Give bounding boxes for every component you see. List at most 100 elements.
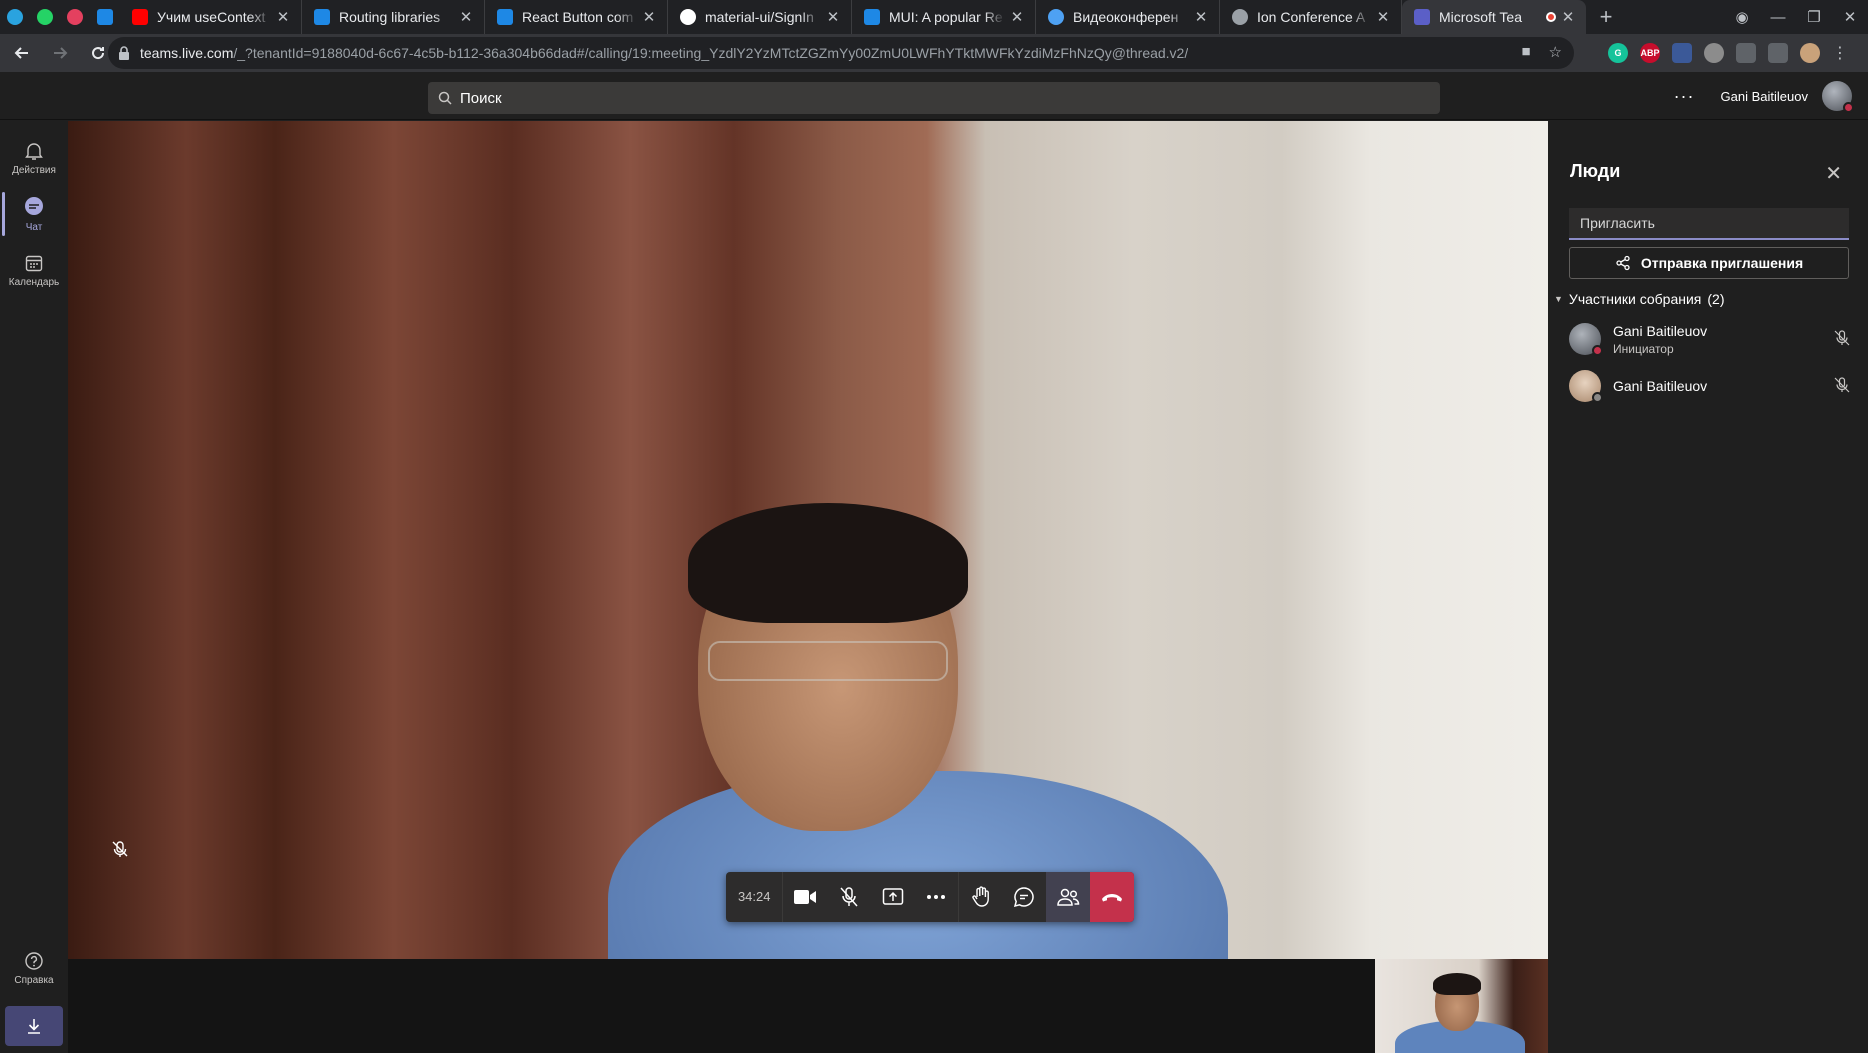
download-app-button[interactable] <box>5 1006 63 1046</box>
minimize-icon[interactable]: — <box>1760 9 1796 26</box>
browser-tab[interactable]: Ion Conference A ✕ <box>1220 0 1402 34</box>
invite-input[interactable] <box>1569 208 1849 240</box>
bookmark-star-icon[interactable]: ☆ <box>1549 43 1562 61</box>
rail-item-activity[interactable]: Действия <box>0 130 68 186</box>
participant-row[interactable]: Gani Baitileuov <box>1569 364 1859 408</box>
browser-tab[interactable]: Видеоконферен ✕ <box>1036 0 1220 34</box>
pinned-tab-mui[interactable] <box>90 0 120 34</box>
new-tab-button[interactable]: + <box>1586 0 1626 34</box>
browser-toolbar: teams.live.com/_?tenantId=9188040d-6c67-… <box>0 34 1868 72</box>
participant-role: Инициатор <box>1613 342 1674 356</box>
tab-title: Microsoft Tea <box>1439 9 1522 25</box>
chrome-menu-icon[interactable]: ⋮ <box>1832 43 1848 63</box>
tab-close-icon[interactable]: ✕ <box>1009 8 1025 26</box>
close-window-icon[interactable]: ✕ <box>1832 8 1868 26</box>
call-timer: 34:24 <box>726 872 784 922</box>
browser-tab[interactable]: React Button com ✕ <box>485 0 668 34</box>
extensions-bar: G ABP ⋮ <box>1608 43 1848 63</box>
tab-search-icon[interactable]: ◉ <box>1724 8 1760 26</box>
lock-icon <box>119 46 129 60</box>
tab-title: Учим useContext <box>157 9 266 25</box>
raise-hand-button[interactable] <box>959 872 1003 922</box>
search-placeholder: Поиск <box>460 89 502 107</box>
forward-button[interactable] <box>44 37 76 69</box>
browser-tab[interactable]: material-ui/SignIn ✕ <box>668 0 852 34</box>
timer-icon[interactable] <box>1704 43 1724 63</box>
tab-close-icon[interactable]: ✕ <box>641 8 657 26</box>
tab-title: MUI: A popular Re <box>889 9 1003 25</box>
camera-in-use-icon[interactable]: ■ <box>1521 43 1530 61</box>
mui-icon <box>497 9 513 25</box>
share-screen-button[interactable] <box>871 872 915 922</box>
share-tray-icon <box>882 888 904 905</box>
more-options-icon[interactable]: ··· <box>1674 86 1695 107</box>
phone-hangup-icon <box>1102 894 1123 902</box>
rail-item-help[interactable]: Справка <box>0 940 68 996</box>
pinned-tab-telegram[interactable] <box>0 0 30 34</box>
tab-title: material-ui/SignIn <box>705 9 814 25</box>
grammarly-icon[interactable]: G <box>1608 43 1628 63</box>
panel-title: Люди <box>1570 161 1621 181</box>
people-panel: Люди ✕ Отправка приглашения ▼ Участники … <box>1548 121 1868 1053</box>
telegram-icon <box>7 9 23 25</box>
browser-tab[interactable]: Routing libraries ✕ <box>302 0 485 34</box>
search-box[interactable]: Поиск <box>428 82 1440 114</box>
meeting-participants-header[interactable]: ▼ Участники собрания (2) <box>1554 291 1725 307</box>
close-panel-icon[interactable]: ✕ <box>1825 161 1842 186</box>
status-busy-badge <box>1843 102 1854 113</box>
participants-button[interactable] <box>1046 872 1091 922</box>
url-text: teams.live.com/_?tenantId=9188040d-6c67-… <box>140 45 1188 61</box>
hang-up-button[interactable] <box>1090 872 1134 922</box>
rail-item-chat[interactable]: Чат <box>0 186 68 242</box>
self-video-preview <box>1375 959 1548 1053</box>
eyedropper-icon[interactable] <box>1736 43 1756 63</box>
tab-close-icon[interactable]: ✕ <box>458 8 474 26</box>
send-invite-button[interactable]: Отправка приглашения <box>1569 247 1849 279</box>
browser-tab-active[interactable]: Microsoft Tea ✕ <box>1402 0 1586 34</box>
participant-muted-icon <box>112 841 128 857</box>
tab-close-icon[interactable]: ✕ <box>1560 8 1576 26</box>
participant-row[interactable]: Gani Baitileuov Инициатор <box>1569 317 1859 361</box>
recorder-icon <box>67 9 83 25</box>
chat-bubble-icon <box>1014 887 1035 908</box>
tab-close-icon[interactable]: ✕ <box>825 8 841 26</box>
restore-icon[interactable]: ❐ <box>1796 8 1832 26</box>
rail-label: Действия <box>12 164 56 176</box>
mui-icon <box>864 9 880 25</box>
call-controls: 34:24 <box>726 872 1134 922</box>
calendar-icon <box>25 255 43 271</box>
recording-dot-icon <box>1546 12 1556 22</box>
participant-count: (2) <box>1707 291 1725 307</box>
mui-icon <box>314 9 330 25</box>
mute-button[interactable] <box>827 872 871 922</box>
mic-off-icon <box>1834 330 1850 346</box>
address-bar[interactable]: teams.live.com/_?tenantId=9188040d-6c67-… <box>108 37 1574 69</box>
chat-button[interactable] <box>1003 872 1047 922</box>
tab-close-icon[interactable]: ✕ <box>1375 8 1391 26</box>
more-actions-button[interactable] <box>915 872 959 922</box>
tab-close-icon[interactable]: ✕ <box>1193 8 1209 26</box>
browser-tab[interactable]: Учим useContext ✕ <box>120 0 302 34</box>
participant-hair <box>688 503 968 623</box>
reload-icon <box>92 47 105 60</box>
browser-tab[interactable]: MUI: A popular Re ✕ <box>852 0 1036 34</box>
puzzle-icon[interactable] <box>1768 43 1788 63</box>
participant-shirt <box>608 771 1228 959</box>
rail-item-calendar[interactable]: Календарь <box>0 242 68 298</box>
hand-icon <box>971 886 989 907</box>
tab-close-icon[interactable]: ✕ <box>275 8 291 26</box>
self-hair <box>1433 973 1481 995</box>
download-icon <box>28 1019 40 1034</box>
back-button[interactable] <box>6 37 38 69</box>
bell-icon <box>25 142 43 160</box>
camera-button[interactable] <box>783 872 827 922</box>
arrow-right-icon <box>54 47 68 59</box>
participant-video <box>68 121 1548 959</box>
profile-avatar[interactable] <box>1800 43 1820 63</box>
help-icon <box>25 951 43 970</box>
pinned-tab-recorder[interactable] <box>60 0 90 34</box>
devtools-icon[interactable] <box>1672 43 1692 63</box>
adblock-icon[interactable]: ABP <box>1640 43 1660 63</box>
pinned-tab-whatsapp[interactable] <box>30 0 60 34</box>
user-avatar[interactable] <box>1822 81 1854 113</box>
